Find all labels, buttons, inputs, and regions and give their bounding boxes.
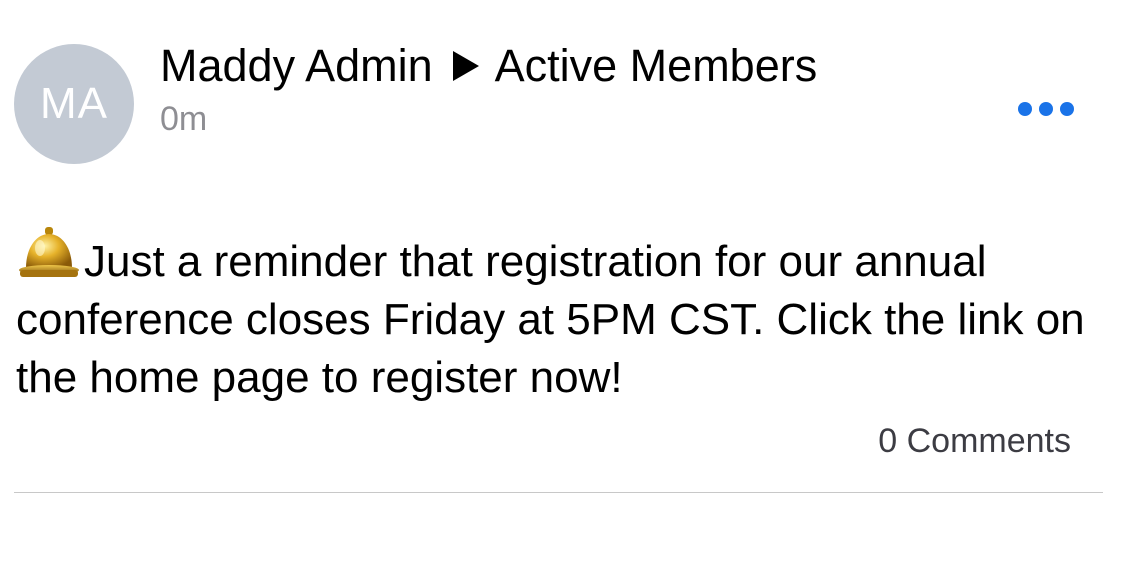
author-name[interactable]: Maddy Admin xyxy=(160,40,433,92)
post-timestamp: 0m xyxy=(160,100,208,138)
triangle-right-icon xyxy=(452,51,479,81)
bell-icon xyxy=(19,227,79,277)
post-header: Maddy Admin Active Members xyxy=(160,38,817,94)
more-dot-icon xyxy=(1060,102,1074,116)
post-text: Just a reminder that registration for ou… xyxy=(16,237,1085,402)
avatar[interactable]: MA xyxy=(14,44,134,164)
more-dot-icon xyxy=(1018,102,1032,116)
avatar-initials: MA xyxy=(40,79,108,128)
more-dot-icon xyxy=(1039,102,1053,116)
comments-link[interactable]: 0 Comments xyxy=(878,422,1071,461)
group-name[interactable]: Active Members xyxy=(495,40,818,92)
post-body: Just a reminder that registration for ou… xyxy=(16,224,1116,407)
more-options-button[interactable] xyxy=(1014,94,1078,124)
divider xyxy=(14,492,1103,493)
